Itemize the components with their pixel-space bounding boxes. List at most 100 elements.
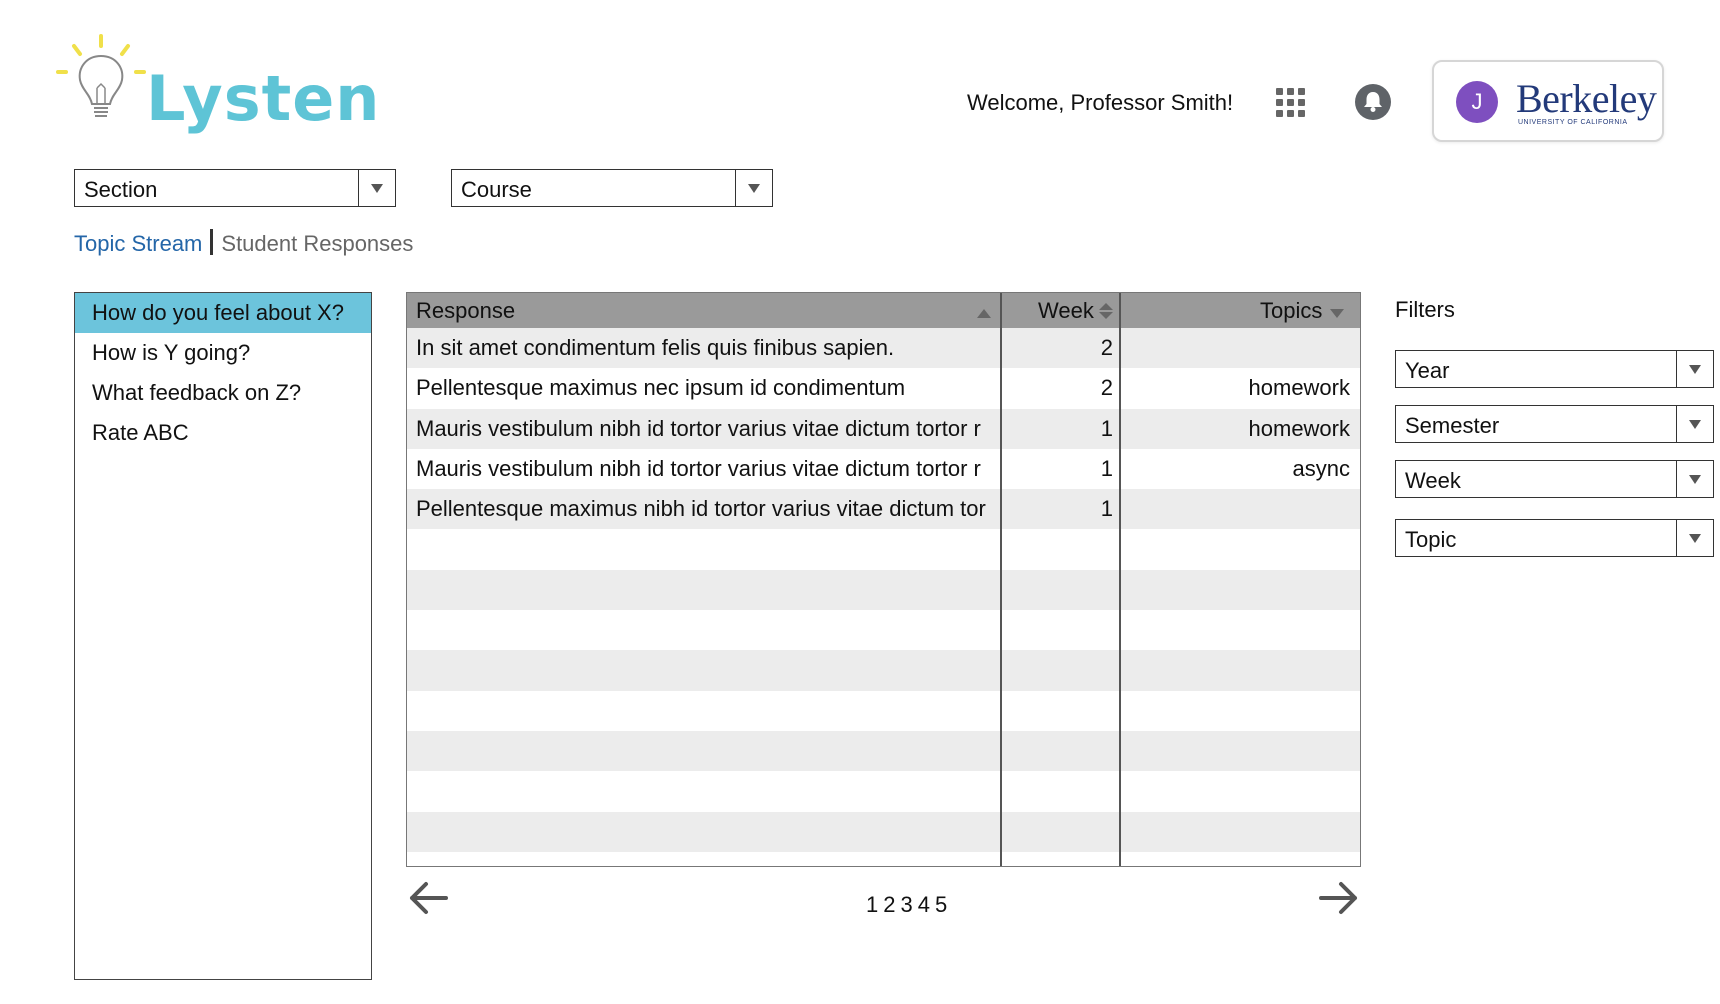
question-item[interactable]: How is Y going?	[75, 333, 371, 373]
week-cell	[1007, 852, 1123, 866]
account-card[interactable]: J Berkeley UNIVERSITY OF CALIFORNIA	[1432, 60, 1664, 142]
week-filter-value: Week	[1405, 468, 1461, 493]
topics-cell: async	[1292, 455, 1350, 481]
response-cell	[416, 691, 1000, 731]
course-select[interactable]: Course	[451, 169, 773, 207]
table-row[interactable]	[407, 690, 1360, 731]
arrow-right-icon[interactable]	[1317, 876, 1361, 920]
filters-heading: Filters	[1395, 297, 1455, 322]
page-link[interactable]: 3	[901, 892, 914, 917]
table-row[interactable]: Pellentesque maximus nec ipsum id condim…	[407, 368, 1360, 409]
sort-ascending-icon[interactable]	[977, 293, 991, 328]
question-item[interactable]: What feedback on Z?	[75, 373, 371, 413]
institution-subtitle: UNIVERSITY OF CALIFORNIA	[1518, 119, 1628, 126]
week-cell	[1007, 650, 1123, 690]
chevron-down-icon[interactable]	[1676, 520, 1713, 556]
chevron-down-icon[interactable]	[1676, 406, 1713, 442]
topics-cell	[1127, 852, 1360, 866]
response-cell	[416, 852, 1000, 866]
tab-student-responses[interactable]: Student Responses	[221, 231, 413, 256]
bell-icon[interactable]	[1355, 84, 1391, 120]
table-row[interactable]	[407, 730, 1360, 772]
week-cell: 1	[1100, 455, 1113, 481]
page-link[interactable]: 5	[935, 892, 948, 917]
tab-topic-stream[interactable]: Topic Stream	[74, 231, 202, 256]
year-filter[interactable]: Year	[1395, 350, 1714, 388]
responses-table: Response Week Topics In sit amet condime…	[406, 292, 1361, 867]
page-link[interactable]: 1	[866, 892, 879, 917]
response-cell: Mauris vestibulum nibh id tortor varius …	[416, 455, 981, 481]
lightbulb-icon	[56, 34, 146, 117]
section-select[interactable]: Section	[74, 169, 396, 207]
chevron-down-icon[interactable]	[1676, 461, 1713, 497]
arrow-left-icon[interactable]	[406, 876, 450, 920]
topics-cell: homework	[1248, 375, 1350, 401]
column-divider	[1119, 293, 1121, 866]
table-row[interactable]	[407, 529, 1360, 570]
table-row[interactable]	[407, 811, 1360, 852]
sort-descending-icon[interactable]	[1330, 293, 1344, 328]
section-select-value: Section	[84, 177, 158, 202]
table-header: Response Week Topics	[407, 293, 1360, 328]
chevron-down-icon[interactable]	[358, 170, 395, 206]
topics-cell	[1127, 489, 1360, 529]
week-cell	[1007, 731, 1123, 771]
response-cell	[416, 771, 1000, 811]
response-cell	[416, 610, 1000, 650]
week-cell: 1	[1100, 496, 1113, 522]
week-cell	[1007, 570, 1123, 610]
response-cell: Pellentesque maximus nibh id tortor vari…	[416, 496, 986, 522]
view-tabs: Topic Stream Student Responses	[74, 229, 413, 257]
table-row[interactable]	[407, 569, 1360, 611]
topic-filter-value: Topic	[1405, 527, 1457, 552]
topics-cell	[1127, 731, 1360, 771]
table-row[interactable]	[407, 771, 1360, 812]
table-row[interactable]	[407, 610, 1360, 651]
response-cell: In sit amet condimentum felis quis finib…	[416, 335, 895, 360]
avatar[interactable]: J	[1456, 81, 1498, 123]
grid-icon[interactable]	[1276, 88, 1306, 118]
week-cell: 2	[1100, 375, 1113, 401]
table-row[interactable]: Pellentesque maximus nibh id tortor vari…	[407, 489, 1360, 530]
column-header-topics[interactable]: Topics	[1260, 293, 1322, 328]
week-cell	[1007, 771, 1123, 811]
topics-cell	[1127, 570, 1360, 610]
semester-filter[interactable]: Semester	[1395, 405, 1714, 443]
response-cell	[416, 650, 1000, 690]
table-row[interactable]: Mauris vestibulum nibh id tortor varius …	[407, 408, 1360, 449]
response-cell: Pellentesque maximus nec ipsum id condim…	[416, 375, 906, 401]
page-link[interactable]: 4	[918, 892, 931, 917]
week-cell: 2	[1100, 335, 1113, 360]
topics-cell	[1127, 328, 1360, 368]
week-cell	[1007, 812, 1123, 852]
question-list: How do you feel about X? How is Y going?…	[74, 292, 372, 980]
column-header-response[interactable]: Response	[416, 293, 515, 328]
table-body: In sit amet condimentum felis quis finib…	[407, 328, 1360, 866]
tab-divider	[210, 229, 214, 255]
week-filter[interactable]: Week	[1395, 460, 1714, 498]
chevron-down-icon[interactable]	[735, 170, 772, 206]
response-cell: Mauris vestibulum nibh id tortor varius …	[416, 415, 981, 441]
topics-cell	[1127, 529, 1360, 569]
response-cell	[416, 570, 1000, 610]
table-row[interactable]: Mauris vestibulum nibh id tortor varius …	[407, 448, 1360, 490]
sort-icon[interactable]	[1099, 293, 1113, 328]
question-item[interactable]: How do you feel about X?	[75, 293, 371, 333]
semester-filter-value: Semester	[1405, 413, 1500, 438]
table-row[interactable]: In sit amet condimentum felis quis finib…	[407, 328, 1360, 369]
app-name: Lysten	[146, 62, 381, 135]
question-item[interactable]: Rate ABC	[75, 413, 371, 453]
topics-cell	[1127, 610, 1360, 650]
week-cell: 1	[1100, 415, 1113, 441]
response-cell	[416, 812, 1000, 852]
page-link[interactable]: 2	[883, 892, 896, 917]
table-row[interactable]	[407, 650, 1360, 691]
column-header-week[interactable]: Week	[1038, 293, 1094, 328]
course-select-value: Course	[461, 177, 532, 202]
chevron-down-icon[interactable]	[1676, 351, 1713, 387]
topics-cell	[1127, 650, 1360, 690]
table-row[interactable]	[407, 851, 1360, 866]
topics-cell: homework	[1248, 415, 1350, 441]
app-logo: Lysten	[56, 32, 379, 142]
topic-filter[interactable]: Topic	[1395, 519, 1714, 557]
